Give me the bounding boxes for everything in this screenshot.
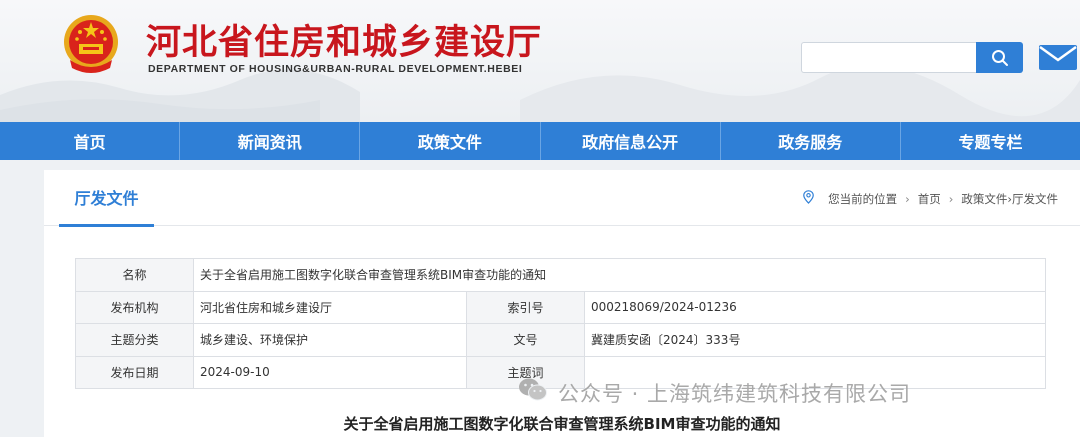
info-label: 索引号 bbox=[466, 290, 585, 324]
nav-item-special[interactable]: 专题专栏 bbox=[901, 122, 1080, 160]
wechat-icon bbox=[518, 377, 548, 408]
mail-icon bbox=[1039, 45, 1077, 70]
info-value: 关于全省启用施工图数字化联合审查管理系统BIM审查功能的通知 bbox=[193, 258, 1046, 292]
national-emblem-icon bbox=[60, 12, 122, 78]
mail-button[interactable] bbox=[1038, 42, 1078, 72]
search-input[interactable] bbox=[801, 42, 976, 73]
table-row: 主题分类 城乡建设、环境保护 文号 冀建质安函〔2024〕333号 bbox=[75, 323, 1046, 357]
watermark: 公众号 · 上海筑纬建筑科技有限公司 bbox=[518, 377, 911, 408]
info-label: 文号 bbox=[466, 323, 585, 357]
info-label: 发布机构 bbox=[75, 290, 194, 324]
table-row: 名称 关于全省启用施工图数字化联合审查管理系统BIM审查功能的通知 bbox=[75, 258, 1046, 292]
chevron-right-icon: › bbox=[905, 191, 910, 206]
site-title: 河北省住房和城乡建设厅 bbox=[146, 22, 543, 63]
nav-item-home[interactable]: 首页 bbox=[0, 122, 181, 160]
location-pin-icon bbox=[803, 190, 814, 207]
info-value: 河北省住房和城乡建设厅 bbox=[193, 290, 467, 324]
document-info-table: 名称 关于全省启用施工图数字化联合审查管理系统BIM审查功能的通知 发布机构 河… bbox=[75, 258, 1046, 389]
info-label: 发布日期 bbox=[75, 355, 194, 389]
breadcrumb-prefix: 您当前的位置 bbox=[828, 191, 898, 206]
info-value: 000218069/2024-01236 bbox=[584, 290, 1046, 324]
document-title: 关于全省启用施工图数字化联合审查管理系统BIM审查功能的通知 bbox=[343, 415, 781, 433]
info-value: 城乡建设、环境保护 bbox=[193, 323, 467, 357]
breadcrumb-home[interactable]: 首页 bbox=[918, 191, 941, 207]
table-row: 发布机构 河北省住房和城乡建设厅 索引号 000218069/2024-0123… bbox=[75, 290, 1046, 324]
nav-item-gov-info[interactable]: 政府信息公开 bbox=[541, 122, 721, 160]
search-button[interactable] bbox=[976, 42, 1023, 73]
info-label: 主题分类 bbox=[75, 323, 194, 357]
search-icon bbox=[991, 49, 1008, 66]
nav-item-news[interactable]: 新闻资讯 bbox=[180, 122, 361, 160]
chevron-right-icon: › bbox=[948, 191, 954, 206]
watermark-text: 公众号 · 上海筑纬建筑科技有限公司 bbox=[558, 381, 912, 406]
site-subtitle: DEPARTMENT OF HOUSING&URBAN-RURAL DEVELO… bbox=[148, 63, 523, 75]
main-nav: 首页 新闻资讯 政策文件 政府信息公开 政务服务 专题专栏 bbox=[0, 122, 1080, 160]
info-value: 2024-09-10 bbox=[193, 355, 467, 389]
info-value: 冀建质安函〔2024〕333号 bbox=[584, 323, 1046, 357]
section-title: 厅发文件 bbox=[59, 170, 154, 227]
panel-header: 厅发文件 您当前的位置 › 首页 › 政策文件›厅发文件 bbox=[44, 170, 1080, 227]
nav-item-services[interactable]: 政务服务 bbox=[721, 122, 901, 160]
breadcrumb: 您当前的位置 › 首页 › 政策文件›厅发文件 bbox=[803, 190, 1058, 207]
info-label: 名称 bbox=[75, 258, 194, 292]
nav-item-policy[interactable]: 政策文件 bbox=[360, 122, 541, 160]
breadcrumb-current[interactable]: 政策文件›厅发文件 bbox=[961, 191, 1058, 207]
